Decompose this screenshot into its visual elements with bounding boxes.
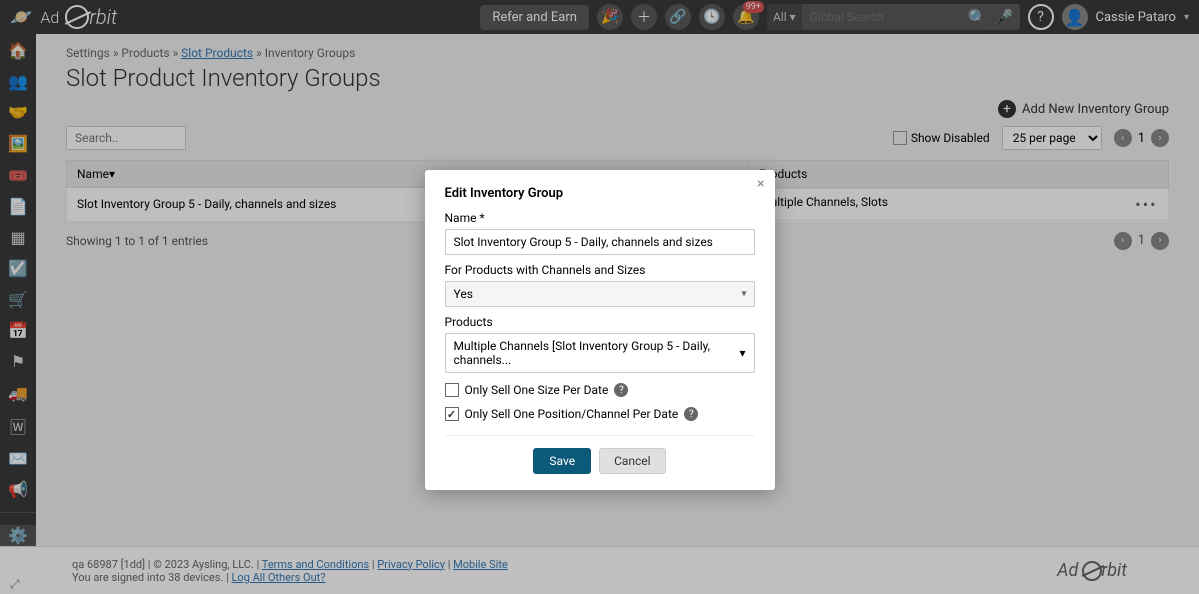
only-one-size-checkbox[interactable]	[445, 383, 459, 397]
caret-down-icon: ▾	[739, 346, 745, 360]
save-button[interactable]: Save	[533, 448, 591, 474]
name-input[interactable]	[445, 229, 755, 255]
modal-overlay: × Edit Inventory Group Name * For Produc…	[0, 0, 1199, 594]
for-products-select[interactable]: Yes	[445, 281, 755, 307]
only-one-position-checkbox[interactable]	[445, 407, 459, 421]
name-label: Name *	[445, 211, 755, 225]
edit-inventory-group-modal: × Edit Inventory Group Name * For Produc…	[425, 170, 775, 490]
products-multiselect[interactable]: Multiple Channels [Slot Inventory Group …	[445, 333, 755, 373]
cancel-button[interactable]: Cancel	[599, 448, 666, 474]
help-tooltip-icon[interactable]: ?	[684, 407, 698, 421]
products-label: Products	[445, 315, 755, 329]
close-icon[interactable]: ×	[757, 176, 764, 192]
for-products-label: For Products with Channels and Sizes	[445, 263, 755, 277]
modal-title: Edit Inventory Group	[445, 186, 755, 201]
help-tooltip-icon[interactable]: ?	[614, 383, 628, 397]
only-one-position-label: Only Sell One Position/Channel Per Date	[465, 407, 679, 421]
only-one-size-label: Only Sell One Size Per Date	[465, 383, 609, 397]
